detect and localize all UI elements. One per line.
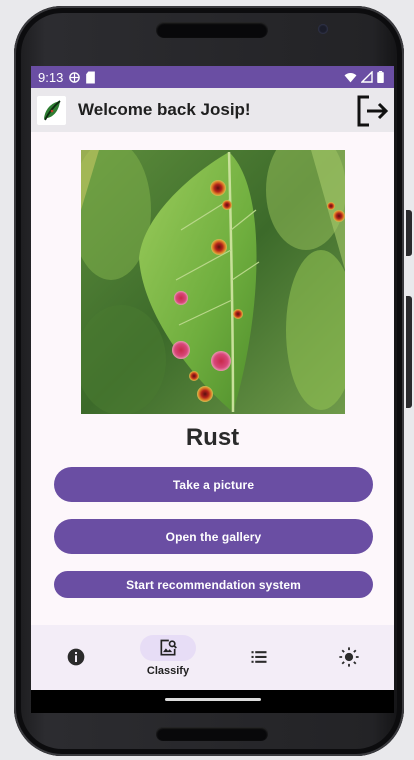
take-picture-button[interactable]: Take a picture [54,467,373,502]
battery-icon [377,71,384,83]
bottom-navigation: Classify [31,625,394,690]
signal-icon [361,71,373,83]
front-camera [318,24,328,34]
info-icon [67,648,85,666]
wifi-icon [344,72,357,82]
sd-card-icon [86,71,96,83]
rust-leaf-image [81,150,345,414]
nav-item-list[interactable] [227,625,291,690]
leaf-photo [81,150,345,414]
image-search-icon [160,639,177,656]
open-gallery-button[interactable]: Open the gallery [54,519,373,554]
nav-active-indicator [140,635,196,661]
nav-item-info[interactable] [44,625,108,690]
app-screen: 9:13 Welcome back Josip! Rust Take a pic… [31,66,394,713]
nav-label-classify: Classify [146,665,190,677]
top-app-bar: Welcome back Josip! [31,88,394,132]
welcome-title: Welcome back Josip! [78,100,251,119]
status-time: 9:13 [38,69,64,85]
brightness-icon [339,647,359,667]
volume-button [406,296,412,408]
app-logo [37,95,66,125]
bottom-speaker [156,727,268,741]
classification-result: Rust [185,424,240,451]
status-bar: 9:13 [31,66,394,88]
power-button [406,210,412,256]
system-navigation-bar [31,690,394,713]
start-recommendation-button[interactable]: Start recommendation system [54,571,373,598]
earpiece-speaker [156,22,268,38]
nav-item-classify[interactable]: Classify [136,625,200,690]
list-icon [251,651,267,663]
home-gesture-handle[interactable] [165,698,261,701]
logout-icon[interactable] [355,94,389,128]
nav-item-theme[interactable] [317,625,381,690]
vpn-icon [69,71,81,83]
leaf-logo-icon [43,100,61,121]
